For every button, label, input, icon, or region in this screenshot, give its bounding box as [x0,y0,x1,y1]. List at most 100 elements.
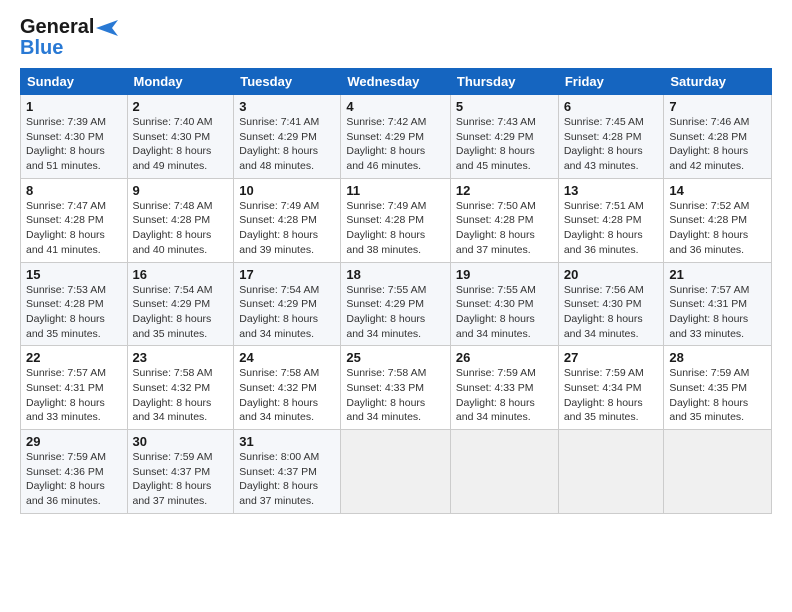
header: General Blue [20,16,772,60]
calendar-day-header: Friday [558,69,664,95]
day-number: 2 [133,99,229,114]
day-number: 30 [133,434,229,449]
day-info: Sunrise: 7:59 AM Sunset: 4:36 PM Dayligh… [26,450,122,509]
calendar-week-row: 8Sunrise: 7:47 AM Sunset: 4:28 PM Daylig… [21,178,772,262]
page-container: General Blue SundayMondayTuesdayWednesda… [0,0,792,524]
day-info: Sunrise: 7:54 AM Sunset: 4:29 PM Dayligh… [133,283,229,342]
day-number: 25 [346,350,445,365]
day-info: Sunrise: 7:55 AM Sunset: 4:30 PM Dayligh… [456,283,553,342]
calendar-cell: 13Sunrise: 7:51 AM Sunset: 4:28 PM Dayli… [558,178,664,262]
calendar-cell: 10Sunrise: 7:49 AM Sunset: 4:28 PM Dayli… [234,178,341,262]
day-number: 27 [564,350,659,365]
day-number: 18 [346,267,445,282]
day-info: Sunrise: 7:59 AM Sunset: 4:37 PM Dayligh… [133,450,229,509]
calendar-day-header: Tuesday [234,69,341,95]
logo-block: General Blue [20,16,118,60]
calendar-week-row: 22Sunrise: 7:57 AM Sunset: 4:31 PM Dayli… [21,346,772,430]
calendar-week-row: 15Sunrise: 7:53 AM Sunset: 4:28 PM Dayli… [21,262,772,346]
day-number: 29 [26,434,122,449]
day-number: 13 [564,183,659,198]
day-number: 7 [669,99,766,114]
day-info: Sunrise: 7:58 AM Sunset: 4:32 PM Dayligh… [133,366,229,425]
day-info: Sunrise: 7:50 AM Sunset: 4:28 PM Dayligh… [456,199,553,258]
calendar-cell [664,430,772,514]
calendar-day-header: Sunday [21,69,128,95]
day-info: Sunrise: 7:53 AM Sunset: 4:28 PM Dayligh… [26,283,122,342]
day-info: Sunrise: 7:57 AM Sunset: 4:31 PM Dayligh… [26,366,122,425]
calendar-cell [558,430,664,514]
day-number: 4 [346,99,445,114]
day-info: Sunrise: 7:48 AM Sunset: 4:28 PM Dayligh… [133,199,229,258]
calendar-cell: 17Sunrise: 7:54 AM Sunset: 4:29 PM Dayli… [234,262,341,346]
calendar-cell: 5Sunrise: 7:43 AM Sunset: 4:29 PM Daylig… [450,95,558,179]
calendar-cell: 27Sunrise: 7:59 AM Sunset: 4:34 PM Dayli… [558,346,664,430]
day-info: Sunrise: 7:56 AM Sunset: 4:30 PM Dayligh… [564,283,659,342]
day-number: 24 [239,350,335,365]
day-info: Sunrise: 8:00 AM Sunset: 4:37 PM Dayligh… [239,450,335,509]
day-number: 26 [456,350,553,365]
day-info: Sunrise: 7:51 AM Sunset: 4:28 PM Dayligh… [564,199,659,258]
day-number: 14 [669,183,766,198]
day-info: Sunrise: 7:59 AM Sunset: 4:34 PM Dayligh… [564,366,659,425]
calendar-week-row: 1Sunrise: 7:39 AM Sunset: 4:30 PM Daylig… [21,95,772,179]
calendar-cell: 15Sunrise: 7:53 AM Sunset: 4:28 PM Dayli… [21,262,128,346]
calendar-header-row: SundayMondayTuesdayWednesdayThursdayFrid… [21,69,772,95]
calendar-cell: 26Sunrise: 7:59 AM Sunset: 4:33 PM Dayli… [450,346,558,430]
calendar-day-header: Wednesday [341,69,451,95]
day-info: Sunrise: 7:59 AM Sunset: 4:35 PM Dayligh… [669,366,766,425]
day-info: Sunrise: 7:58 AM Sunset: 4:33 PM Dayligh… [346,366,445,425]
day-number: 3 [239,99,335,114]
day-number: 28 [669,350,766,365]
calendar-cell: 18Sunrise: 7:55 AM Sunset: 4:29 PM Dayli… [341,262,451,346]
day-number: 16 [133,267,229,282]
calendar-cell: 3Sunrise: 7:41 AM Sunset: 4:29 PM Daylig… [234,95,341,179]
calendar-cell: 20Sunrise: 7:56 AM Sunset: 4:30 PM Dayli… [558,262,664,346]
calendar-cell: 25Sunrise: 7:58 AM Sunset: 4:33 PM Dayli… [341,346,451,430]
day-number: 21 [669,267,766,282]
day-info: Sunrise: 7:55 AM Sunset: 4:29 PM Dayligh… [346,283,445,342]
calendar-cell: 11Sunrise: 7:49 AM Sunset: 4:28 PM Dayli… [341,178,451,262]
calendar-cell: 12Sunrise: 7:50 AM Sunset: 4:28 PM Dayli… [450,178,558,262]
day-number: 22 [26,350,122,365]
logo-blue: Blue [20,37,63,60]
calendar-cell [341,430,451,514]
calendar-cell: 24Sunrise: 7:58 AM Sunset: 4:32 PM Dayli… [234,346,341,430]
calendar-cell: 6Sunrise: 7:45 AM Sunset: 4:28 PM Daylig… [558,95,664,179]
calendar-cell: 28Sunrise: 7:59 AM Sunset: 4:35 PM Dayli… [664,346,772,430]
day-number: 5 [456,99,553,114]
calendar-cell: 21Sunrise: 7:57 AM Sunset: 4:31 PM Dayli… [664,262,772,346]
calendar-day-header: Monday [127,69,234,95]
calendar-cell: 9Sunrise: 7:48 AM Sunset: 4:28 PM Daylig… [127,178,234,262]
logo-general: General [20,16,94,39]
calendar-cell: 14Sunrise: 7:52 AM Sunset: 4:28 PM Dayli… [664,178,772,262]
day-info: Sunrise: 7:57 AM Sunset: 4:31 PM Dayligh… [669,283,766,342]
day-info: Sunrise: 7:59 AM Sunset: 4:33 PM Dayligh… [456,366,553,425]
day-number: 19 [456,267,553,282]
day-number: 9 [133,183,229,198]
day-number: 8 [26,183,122,198]
day-number: 31 [239,434,335,449]
calendar-cell [450,430,558,514]
day-info: Sunrise: 7:40 AM Sunset: 4:30 PM Dayligh… [133,115,229,174]
calendar-table: SundayMondayTuesdayWednesdayThursdayFrid… [20,68,772,514]
day-number: 6 [564,99,659,114]
calendar-week-row: 29Sunrise: 7:59 AM Sunset: 4:36 PM Dayli… [21,430,772,514]
day-info: Sunrise: 7:49 AM Sunset: 4:28 PM Dayligh… [239,199,335,258]
calendar-cell: 30Sunrise: 7:59 AM Sunset: 4:37 PM Dayli… [127,430,234,514]
day-info: Sunrise: 7:45 AM Sunset: 4:28 PM Dayligh… [564,115,659,174]
calendar-cell: 7Sunrise: 7:46 AM Sunset: 4:28 PM Daylig… [664,95,772,179]
calendar-cell: 31Sunrise: 8:00 AM Sunset: 4:37 PM Dayli… [234,430,341,514]
day-info: Sunrise: 7:42 AM Sunset: 4:29 PM Dayligh… [346,115,445,174]
day-info: Sunrise: 7:58 AM Sunset: 4:32 PM Dayligh… [239,366,335,425]
calendar-day-header: Saturday [664,69,772,95]
day-number: 23 [133,350,229,365]
calendar-day-header: Thursday [450,69,558,95]
day-number: 11 [346,183,445,198]
day-info: Sunrise: 7:41 AM Sunset: 4:29 PM Dayligh… [239,115,335,174]
logo: General Blue [20,16,118,60]
calendar-cell: 29Sunrise: 7:59 AM Sunset: 4:36 PM Dayli… [21,430,128,514]
calendar-cell: 2Sunrise: 7:40 AM Sunset: 4:30 PM Daylig… [127,95,234,179]
day-number: 1 [26,99,122,114]
day-info: Sunrise: 7:46 AM Sunset: 4:28 PM Dayligh… [669,115,766,174]
logo-bird-icon [96,18,118,38]
